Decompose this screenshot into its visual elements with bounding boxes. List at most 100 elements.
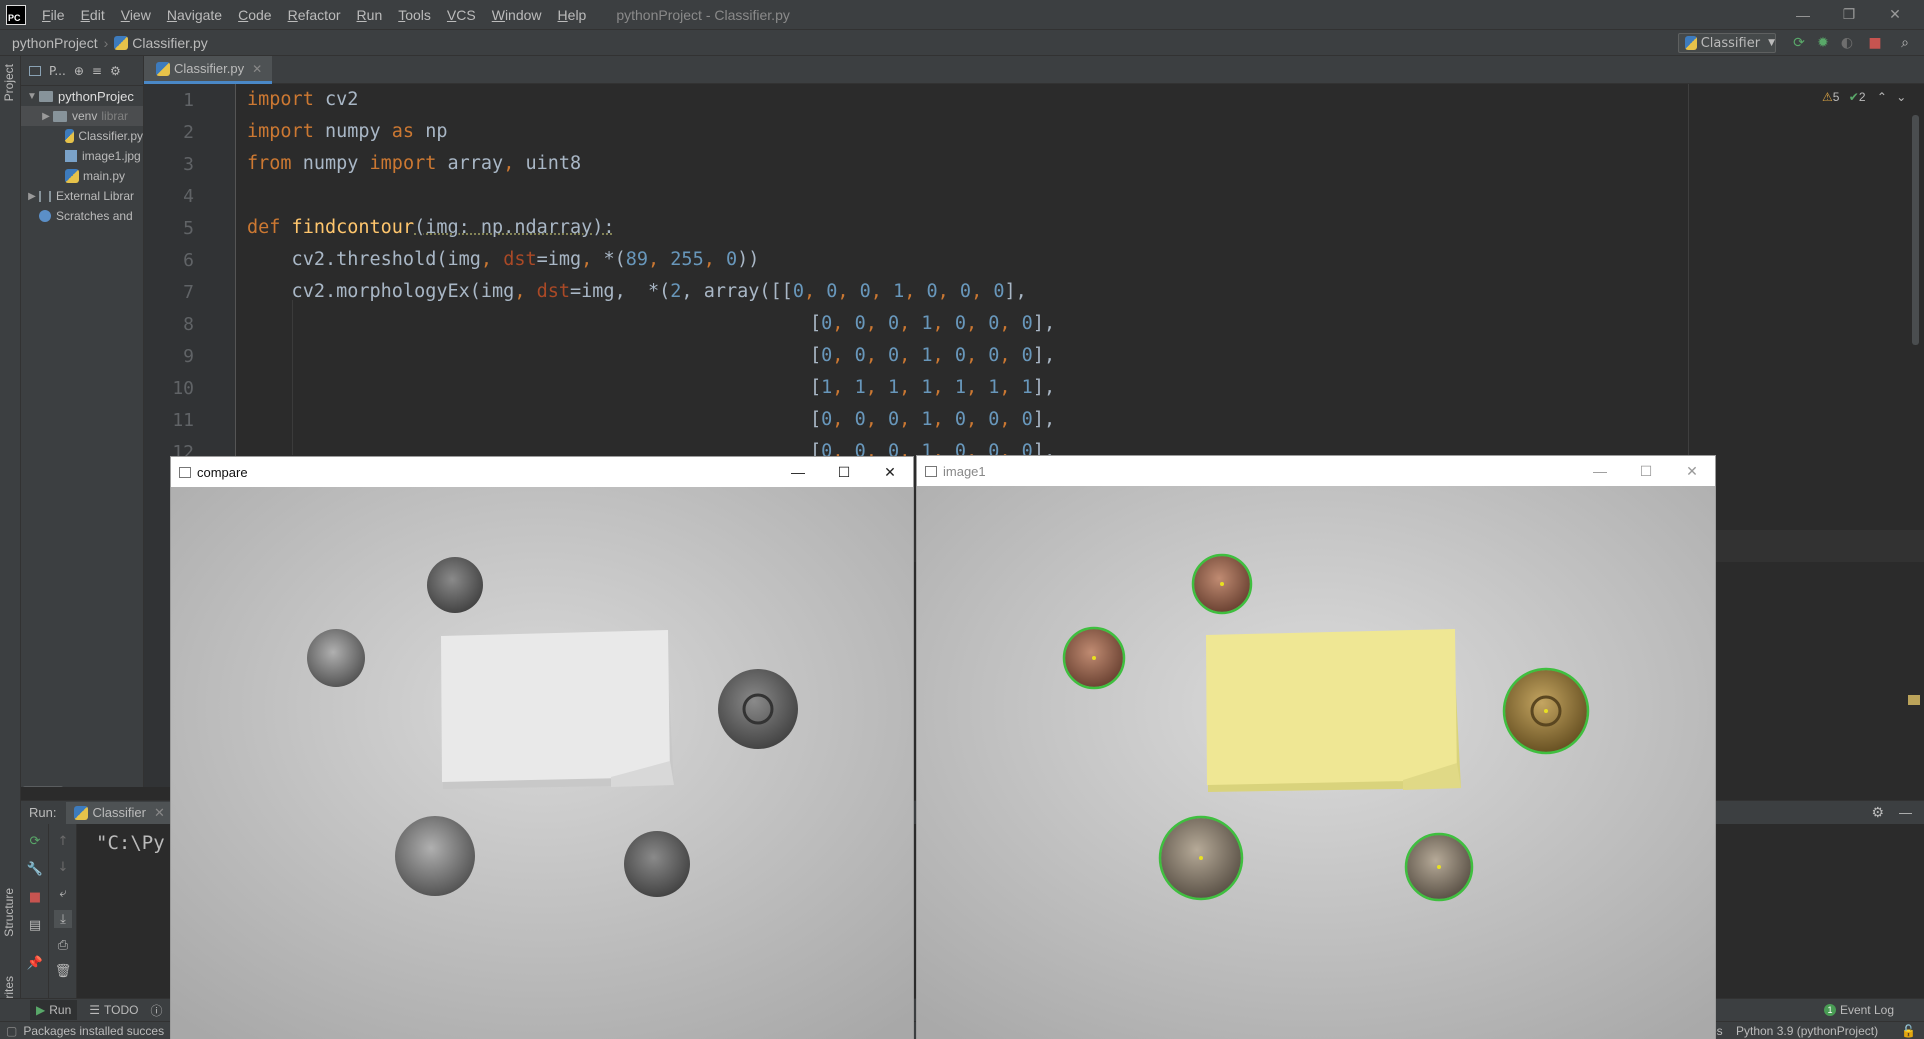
print-icon[interactable]: ⎙ xyxy=(54,936,72,954)
minimize-button[interactable]: — xyxy=(1577,456,1623,486)
chevron-up-icon[interactable]: ⌃ xyxy=(1877,90,1887,104)
menu-run[interactable]: Run xyxy=(349,7,391,23)
soft-wrap-icon[interactable]: ⤶ xyxy=(54,884,72,902)
cv-window-compare[interactable]: compare — ☐ ✕ xyxy=(170,456,914,1039)
arrow-down-icon[interactable]: ↓ xyxy=(54,858,72,876)
project-tool-tab[interactable]: Project xyxy=(2,64,16,101)
event-log-icon: 1 xyxy=(1823,1004,1836,1016)
tree-item-external-libraries[interactable]: ▶ External Librar xyxy=(21,186,143,206)
rerun-icon[interactable]: ⟳ xyxy=(1790,34,1808,52)
menu-edit[interactable]: Edit xyxy=(73,7,113,23)
lock-icon[interactable]: 🔓 xyxy=(1901,1024,1916,1038)
chevron-down-icon[interactable]: ⌄ xyxy=(1896,90,1906,104)
code-line-3[interactable]: from numpy import array, uint8 xyxy=(247,153,581,174)
menu-window[interactable]: Window xyxy=(484,7,550,23)
menu-refactor[interactable]: Refactor xyxy=(280,7,349,23)
cv-window-image1[interactable]: image1 — ☐ ✕ xyxy=(916,455,1716,1039)
project-view-icon[interactable] xyxy=(29,65,41,76)
cv-window-titlebar[interactable]: compare — ☐ ✕ xyxy=(171,457,913,487)
code-line-11[interactable]: [0, 0, 0, 1, 0, 0, 0], xyxy=(810,409,1055,430)
structure-tool-tab[interactable]: Structure xyxy=(2,888,16,937)
code-line-6[interactable]: cv2.threshold(img, dst=img, *(89, 255, 0… xyxy=(247,249,760,270)
chevron-right-icon[interactable]: ▶ xyxy=(39,111,53,122)
search-icon[interactable]: ⌕ xyxy=(1896,34,1914,52)
matrix-value: 0 xyxy=(826,281,838,302)
line-number: 9 xyxy=(183,346,194,367)
chevron-down-icon[interactable]: ▼ xyxy=(25,91,39,102)
arrow-up-icon[interactable]: ↑ xyxy=(54,832,72,850)
tree-item-project-root[interactable]: ▼ pythonProjec xyxy=(21,86,143,106)
tree-item-classifier[interactable]: Classifier.py xyxy=(21,126,143,146)
code-line-9[interactable]: [0, 0, 0, 1, 0, 0, 0], xyxy=(810,345,1055,366)
typo-check-icon: ✔ xyxy=(1848,90,1859,104)
window-icon xyxy=(179,466,191,478)
project-view-dropdown[interactable]: P... xyxy=(49,64,66,78)
code-line-2[interactable]: import numpy as np xyxy=(247,121,448,142)
tree-item-venv[interactable]: ▶ venv librar xyxy=(21,106,143,126)
settings-icon[interactable]: ⚙ xyxy=(110,64,121,78)
sticky-note-yellow xyxy=(1206,629,1461,792)
tree-item-image1[interactable]: image1.jpg xyxy=(21,146,143,166)
run-config-dropdown[interactable]: Classifier ▼ xyxy=(1678,33,1776,53)
close-icon[interactable]: ✕ xyxy=(252,62,262,76)
tool-tab-todo[interactable]: ☰ TODO xyxy=(89,1003,138,1017)
code-line-7[interactable]: cv2.morphologyEx(img, dst=img, *(2, arra… xyxy=(247,281,1027,302)
horizontal-scrollbar[interactable] xyxy=(23,786,63,787)
matrix-value: 0 xyxy=(821,345,833,366)
matrix-value: 1 xyxy=(921,409,933,430)
pin-icon[interactable]: 📌 xyxy=(26,954,44,972)
folder-icon xyxy=(53,110,67,122)
tab-classifier[interactable]: Classifier.py ✕ xyxy=(144,56,273,84)
tree-item-label: External Librar xyxy=(56,189,135,203)
cv-image-contours xyxy=(917,486,1715,1039)
stop-icon[interactable]: ■ xyxy=(1866,34,1884,52)
close-button[interactable]: ✕ xyxy=(1669,456,1715,486)
breadcrumb-project[interactable]: pythonProject xyxy=(0,35,98,51)
info-icon[interactable]: ⓘ xyxy=(150,1002,162,1019)
status-message[interactable]: Packages installed succes xyxy=(23,1024,164,1038)
close-icon[interactable]: ✕ xyxy=(154,805,165,821)
matrix-value: 0 xyxy=(854,313,866,334)
menu-navigate[interactable]: Navigate xyxy=(159,7,230,23)
run-tab-classifier[interactable]: Classifier ✕ xyxy=(66,801,173,824)
chevron-right-icon[interactable]: ▶ xyxy=(25,191,39,202)
editor-scrollbar[interactable] xyxy=(1912,115,1919,345)
coverage-icon[interactable]: ◐ xyxy=(1838,34,1856,52)
code-line-8[interactable]: [0, 0, 0, 1, 0, 0, 0], xyxy=(810,313,1055,334)
menu-vcs[interactable]: VCS xyxy=(439,7,484,23)
minimize-button[interactable]: — xyxy=(775,457,821,487)
layout-icon[interactable]: ▤ xyxy=(26,916,44,934)
close-button[interactable]: ✕ xyxy=(867,457,913,487)
breadcrumb-file[interactable]: Classifier.py xyxy=(132,35,207,51)
restore-button[interactable]: ❐ xyxy=(1826,0,1872,29)
minimize-button[interactable]: — xyxy=(1780,0,1826,29)
scroll-to-end-icon[interactable]: ⤓ xyxy=(54,910,72,928)
interpreter-selector[interactable]: Python 3.9 (pythonProject) xyxy=(1736,1024,1878,1038)
close-button[interactable]: ✕ xyxy=(1872,0,1918,29)
trash-icon[interactable]: 🗑 xyxy=(54,962,72,980)
rerun-icon[interactable]: ⟳ xyxy=(26,832,44,850)
inspection-widget[interactable]: ⚠5 ✔2 ⌃ ⌄ xyxy=(1822,90,1906,104)
maximize-button[interactable]: ☐ xyxy=(1623,456,1669,486)
tree-item-scratches[interactable]: Scratches and xyxy=(21,206,143,226)
tool-tab-run[interactable]: ▶ Run xyxy=(30,1000,78,1020)
code-line-10[interactable]: [1, 1, 1, 1, 1, 1, 1], xyxy=(810,377,1055,398)
maximize-button[interactable]: ☐ xyxy=(821,457,867,487)
locate-icon[interactable]: ⊕ xyxy=(74,64,84,78)
menu-file[interactable]: File xyxy=(34,7,73,23)
menu-code[interactable]: Code xyxy=(230,7,279,23)
debug-icon[interactable]: ✹ xyxy=(1814,34,1832,52)
cv-window-titlebar[interactable]: image1 — ☐ ✕ xyxy=(917,456,1715,486)
code-line-5[interactable]: def findcontour(img: np.ndarray): xyxy=(247,217,615,238)
menu-tools[interactable]: Tools xyxy=(390,7,439,23)
stop-icon[interactable]: ■ xyxy=(26,888,44,906)
tool-tab-event-log[interactable]: 1 Event Log xyxy=(1823,1003,1894,1017)
menu-help[interactable]: Help xyxy=(550,7,595,23)
code-line-1[interactable]: import cv2 xyxy=(247,89,358,110)
collapse-icon[interactable]: ≡ xyxy=(92,64,102,78)
gear-icon[interactable]: ⚙ xyxy=(1871,804,1884,821)
wrench-icon[interactable]: 🔧 xyxy=(26,860,44,878)
menu-view[interactable]: View xyxy=(113,7,159,23)
tree-item-main[interactable]: main.py xyxy=(21,166,143,186)
hide-panel-icon[interactable]: — xyxy=(1899,805,1912,820)
